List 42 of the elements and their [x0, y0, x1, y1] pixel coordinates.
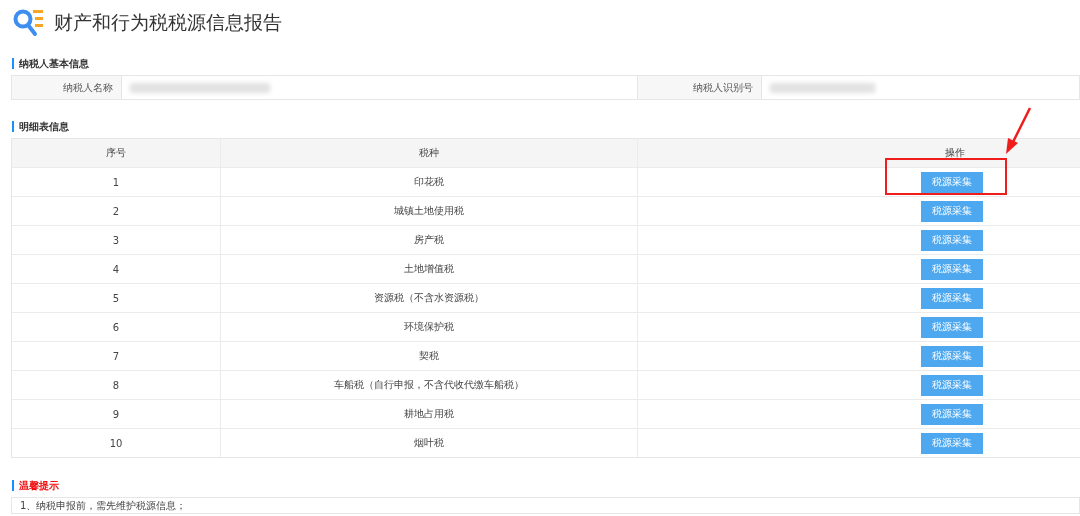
- table-cell: 2: [112, 205, 120, 217]
- annotation-arrow: [1004, 106, 1034, 156]
- table-cell: 土地增值税: [404, 262, 454, 276]
- page-title: 财产和行为税税源信息报告: [54, 10, 282, 35]
- table-cell: 5: [112, 292, 120, 304]
- search-list-icon: [12, 8, 46, 38]
- collect-button[interactable]: 税源采集: [921, 345, 983, 367]
- table-cell: 8: [112, 379, 120, 391]
- field-label: 纳税人识别号: [637, 76, 762, 99]
- table-cell: 烟叶税: [414, 436, 444, 450]
- table-cell: 环境保护税: [404, 320, 454, 334]
- table-cell: 1: [112, 176, 120, 188]
- table-cell: 9: [112, 408, 120, 420]
- field-label: 纳税人名称: [12, 76, 122, 99]
- collect-button[interactable]: 税源采集: [921, 432, 983, 454]
- collect-button[interactable]: 税源采集: [921, 258, 983, 280]
- table-cell: 车船税（自行申报，不含代收代缴车船税）: [334, 378, 524, 392]
- table-cell: 城镇土地使用税: [394, 204, 464, 218]
- collect-button[interactable]: 税源采集: [921, 403, 983, 425]
- table-cell: 7: [112, 350, 120, 362]
- table-cell: 印花税: [414, 175, 444, 189]
- table-cell: 3: [112, 234, 120, 246]
- collect-button[interactable]: 税源采集: [921, 229, 983, 251]
- table-cell: 资源税（不含水资源税）: [374, 291, 484, 305]
- table-cell: 契税: [419, 349, 439, 363]
- column-header: 税种: [419, 146, 439, 160]
- table-cell: 6: [112, 321, 120, 333]
- tip-text: 1、纳税申报前，需先维护税源信息；: [20, 500, 187, 511]
- table-cell: 4: [112, 263, 120, 275]
- collect-button[interactable]: 税源采集: [921, 374, 983, 396]
- section-heading: 温馨提示: [12, 480, 59, 491]
- collect-button[interactable]: 税源采集: [921, 200, 983, 222]
- section-heading: 纳税人基本信息: [12, 58, 89, 69]
- column-header: 操作: [944, 146, 965, 160]
- table-cell: 10: [109, 437, 123, 449]
- table-cell: 房产税: [414, 233, 444, 247]
- collect-button[interactable]: 税源采集: [921, 316, 983, 338]
- section-heading: 明细表信息: [12, 121, 69, 132]
- collect-button[interactable]: 税源采集: [921, 171, 983, 193]
- collect-button[interactable]: 税源采集: [921, 287, 983, 309]
- table-cell: 耕地占用税: [404, 407, 454, 421]
- column-header: 序号: [106, 146, 126, 160]
